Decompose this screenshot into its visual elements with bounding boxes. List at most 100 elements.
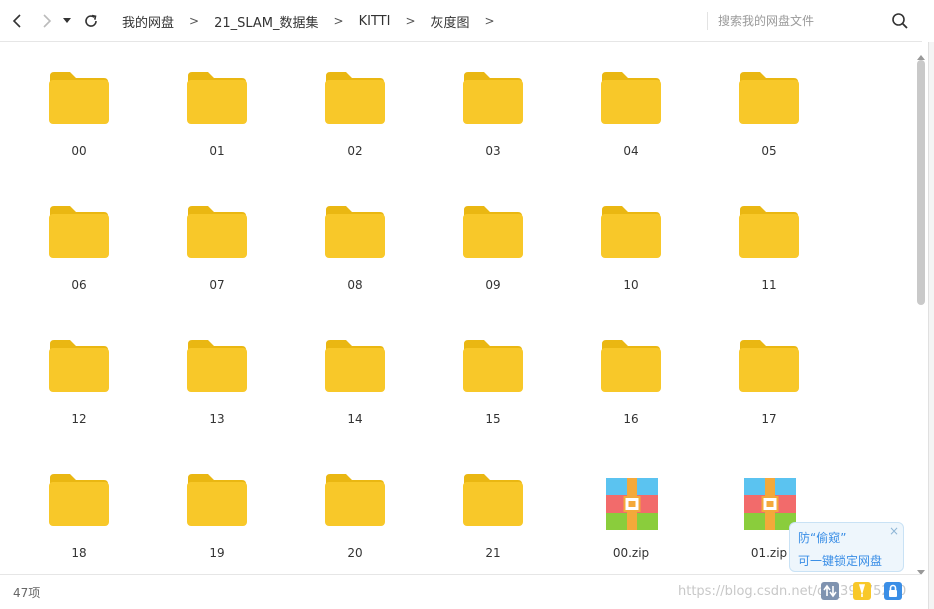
file-name-label: 18 <box>71 546 87 560</box>
folder-item[interactable]: 21 <box>424 450 562 574</box>
back-button[interactable] <box>6 8 28 34</box>
folder-item[interactable]: 18 <box>10 450 148 574</box>
folder-icon <box>600 70 662 126</box>
folder-icon <box>462 70 524 126</box>
folder-icon <box>186 70 248 126</box>
file-name-label: 04 <box>623 144 639 158</box>
file-name-label: 14 <box>347 412 363 426</box>
file-name-label: 08 <box>347 278 363 292</box>
scroll-down-icon[interactable] <box>917 561 925 575</box>
file-name-label: 00 <box>71 144 87 158</box>
file-name-label: 21 <box>485 546 501 560</box>
folder-icon <box>324 472 386 528</box>
search-input[interactable] <box>718 9 878 33</box>
transfer-icon[interactable] <box>820 581 840 601</box>
folder-icon <box>738 204 800 260</box>
search-button[interactable] <box>890 11 910 31</box>
folder-item[interactable]: 06 <box>10 182 148 316</box>
popup-title: 防“偷窥” <box>798 531 847 545</box>
folder-item[interactable]: 09 <box>424 182 562 316</box>
folder-icon <box>186 338 248 394</box>
refresh-icon <box>83 13 99 29</box>
folder-icon <box>324 70 386 126</box>
folder-icon <box>738 70 800 126</box>
lock-tip-popup: 防“偷窥” 可一键锁定网盘 × <box>789 522 904 572</box>
file-name-label: 05 <box>761 144 777 158</box>
breadcrumb-separator: > <box>189 14 200 28</box>
folder-icon <box>462 338 524 394</box>
folder-icon <box>186 204 248 260</box>
caret-down-icon <box>63 18 71 24</box>
file-name-label: 10 <box>623 278 639 292</box>
close-icon[interactable]: × <box>889 524 899 538</box>
folder-icon <box>324 338 386 394</box>
breadcrumb-separator: > <box>405 14 416 28</box>
folder-icon <box>462 472 524 528</box>
folder-item[interactable]: 01 <box>148 48 286 182</box>
chevron-right-icon <box>41 13 53 29</box>
file-name-label: 11 <box>761 278 777 292</box>
search-divider <box>707 12 708 30</box>
folder-item[interactable]: 17 <box>700 316 838 450</box>
folder-item[interactable]: 02 <box>286 48 424 182</box>
folder-item[interactable]: 07 <box>148 182 286 316</box>
scroll-up-icon[interactable] <box>917 46 925 60</box>
folder-item[interactable]: 10 <box>562 182 700 316</box>
scroll-thumb[interactable] <box>917 60 925 305</box>
folder-item[interactable]: 13 <box>148 316 286 450</box>
folder-icon <box>324 204 386 260</box>
folder-item[interactable]: 14 <box>286 316 424 450</box>
status-bar: 47项 https://blog.csdn.net/qq_39775280 <box>0 574 922 609</box>
chevron-left-icon <box>11 13 23 29</box>
folder-item[interactable]: 12 <box>10 316 148 450</box>
folder-item[interactable]: 05 <box>700 48 838 182</box>
folder-item[interactable]: 08 <box>286 182 424 316</box>
file-name-label: 09 <box>485 278 501 292</box>
folder-icon <box>600 204 662 260</box>
file-name-label: 15 <box>485 412 501 426</box>
folder-item[interactable]: 19 <box>148 450 286 574</box>
zip-archive-icon <box>600 476 662 532</box>
lock-drive-link[interactable]: 可一键锁定网盘 <box>798 552 882 569</box>
file-icon[interactable] <box>852 581 872 601</box>
refresh-button[interactable] <box>80 8 102 34</box>
file-name-label: 20 <box>347 546 363 560</box>
file-name-label: 02 <box>347 144 363 158</box>
folder-item[interactable]: 03 <box>424 48 562 182</box>
file-name-label: 17 <box>761 412 777 426</box>
folder-icon <box>738 338 800 394</box>
file-name-label: 03 <box>485 144 501 158</box>
folder-item[interactable]: 16 <box>562 316 700 450</box>
file-name-label: 00.zip <box>612 546 650 560</box>
file-name-label: 12 <box>71 412 87 426</box>
breadcrumb-separator[interactable]: > <box>485 14 495 28</box>
item-count: 47项 <box>13 586 41 600</box>
file-name-label: 06 <box>71 278 87 292</box>
breadcrumb-item-root[interactable]: 我的网盘 <box>122 12 174 31</box>
folder-icon <box>48 204 110 260</box>
folder-item[interactable]: 00 <box>10 48 148 182</box>
file-name-label: 13 <box>209 412 225 426</box>
breadcrumb-item-kitti[interactable]: KITTI <box>359 14 391 29</box>
breadcrumb: 我的网盘 > 21_SLAM_数据集 > KITTI > 灰度图 > <box>122 0 510 42</box>
folder-item[interactable]: 20 <box>286 450 424 574</box>
folder-icon <box>186 472 248 528</box>
folder-item[interactable]: 15 <box>424 316 562 450</box>
breadcrumb-item-current[interactable]: 灰度图 <box>431 12 470 31</box>
lock-icon[interactable] <box>883 581 903 601</box>
history-dropdown[interactable] <box>60 8 74 34</box>
file-name-label: 01 <box>209 144 225 158</box>
top-toolbar: 我的网盘 > 21_SLAM_数据集 > KITTI > 灰度图 > <box>0 0 922 42</box>
file-name-label: 19 <box>209 546 225 560</box>
breadcrumb-separator: > <box>333 14 344 28</box>
folder-item[interactable]: 11 <box>700 182 838 316</box>
vertical-scrollbar[interactable] <box>914 42 928 575</box>
folder-item[interactable]: 04 <box>562 48 700 182</box>
breadcrumb-item-slam[interactable]: 21_SLAM_数据集 <box>214 12 318 31</box>
window-edge <box>928 42 934 609</box>
zip-file-item[interactable]: 00.zip <box>562 450 700 574</box>
folder-icon <box>48 472 110 528</box>
folder-icon <box>48 70 110 126</box>
forward-button[interactable] <box>36 8 58 34</box>
search-icon <box>890 13 910 35</box>
